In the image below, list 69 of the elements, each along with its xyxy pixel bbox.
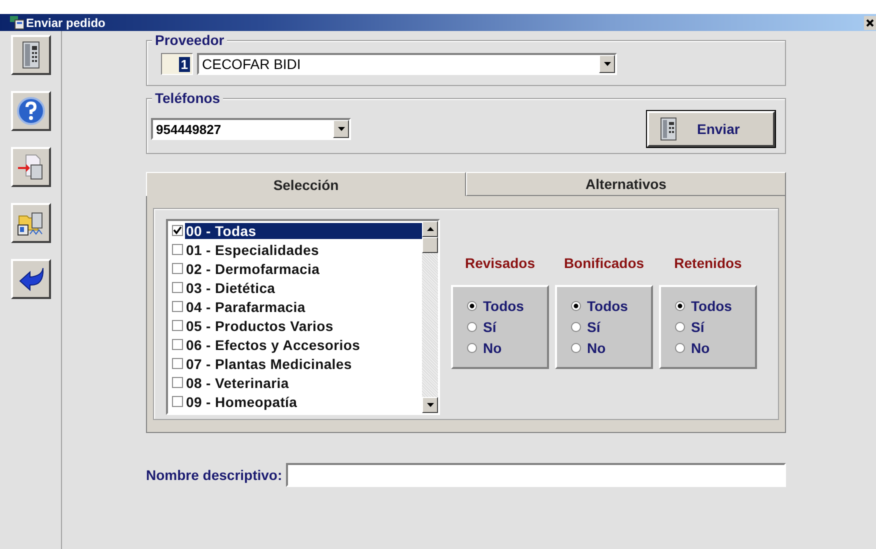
radio-option[interactable]: Sí [571, 316, 651, 337]
send-button[interactable]: Enviar [647, 111, 775, 147]
checkbox[interactable] [172, 358, 183, 369]
category-item[interactable]: 05 - Productos Varios [168, 316, 422, 335]
group-title: Proveedor [152, 32, 228, 48]
scroll-down-icon[interactable] [426, 403, 434, 407]
checkbox[interactable] [172, 339, 183, 350]
help-button[interactable] [11, 91, 51, 131]
input-field[interactable] [286, 463, 786, 487]
checkbox[interactable] [172, 282, 183, 293]
close-icon[interactable] [864, 16, 876, 30]
radio-button[interactable] [571, 342, 581, 352]
radio-option[interactable]: Sí [675, 316, 755, 337]
category-item[interactable]: 08 - Veterinaria [168, 373, 422, 392]
checkbox[interactable] [172, 225, 183, 236]
radio-option[interactable]: Todos [675, 295, 755, 316]
radio-button[interactable] [571, 322, 581, 332]
supplier-dropdown[interactable]: CECOFAR BIDI [197, 53, 617, 75]
phone-button[interactable] [11, 35, 51, 75]
dropdown-arrow-icon [604, 62, 610, 66]
radio-button[interactable] [571, 300, 581, 310]
category-item[interactable]: 02 - Dermofarmacia [168, 259, 422, 278]
radio-button[interactable] [675, 342, 685, 352]
radio-option[interactable]: Sí [467, 316, 547, 337]
filter-title: Retenidos [674, 255, 742, 273]
checkbox[interactable] [172, 263, 183, 274]
back-button[interactable] [11, 259, 51, 299]
filter-title: Revisados [464, 255, 536, 273]
checkbox[interactable] [172, 396, 183, 407]
checkbox[interactable] [172, 301, 183, 312]
phone-icon [659, 117, 679, 141]
help-icon [16, 96, 46, 126]
window-title: Enviar pedido [26, 16, 106, 30]
radio-option[interactable]: Todos [571, 295, 651, 316]
group-title: Teléfonos [152, 90, 224, 106]
tab[interactable]: Selección [146, 172, 466, 196]
radio-button[interactable] [467, 300, 477, 310]
scroll-up-icon[interactable] [426, 227, 434, 231]
phone-dropdown[interactable]: 954449827 [151, 118, 351, 140]
scrollbar[interactable] [422, 221, 438, 413]
checkbox[interactable] [172, 320, 183, 331]
supplier-code-field[interactable]: 1 [161, 53, 193, 75]
category-item[interactable]: 06 - Efectos y Accesorios [168, 335, 422, 354]
send-button[interactable] [11, 147, 51, 187]
folder-button[interactable] [11, 203, 51, 243]
filter-title: Bonificados [564, 255, 644, 273]
radio-option[interactable]: No [675, 337, 755, 358]
category-item[interactable]: 07 - Plantas Medicinales [168, 354, 422, 373]
radio-button[interactable] [467, 322, 477, 332]
category-item[interactable]: 03 - Dietética [168, 278, 422, 297]
radio-button[interactable] [675, 322, 685, 332]
tab[interactable]: Alternativos [466, 172, 786, 196]
radio-button[interactable] [467, 342, 477, 352]
category-item[interactable]: 01 - Especialidades [168, 240, 422, 259]
radio-option[interactable]: No [571, 337, 651, 358]
scroll-up-button[interactable] [422, 221, 438, 237]
scroll-down-button[interactable] [422, 397, 438, 413]
field-label: Nombre descriptivo: [146, 467, 282, 483]
category-item[interactable]: 09 - Homeopatía [168, 392, 422, 411]
dropdown-arrow-icon [338, 127, 344, 131]
category-list[interactable]: 00 - Todas 01 - Especialidades 02 - Dermofarmacia 03 - Dietética 04 - Parafarmacia 05 - Productos Varios 06 - Efectos y Accesorios 07 - Plantas Medicinales 08 - Veterinaria 09 - Homeopatía [166, 219, 440, 415]
checkbox[interactable] [172, 377, 183, 388]
category-item[interactable]: 04 - Parafarmacia [168, 297, 422, 316]
scroll-thumb[interactable] [422, 237, 438, 253]
radio-button[interactable] [675, 300, 685, 310]
radio-option[interactable]: No [467, 337, 547, 358]
checkbox[interactable] [172, 244, 183, 255]
radio-option[interactable]: Todos [467, 295, 547, 316]
app-icon [10, 16, 24, 30]
